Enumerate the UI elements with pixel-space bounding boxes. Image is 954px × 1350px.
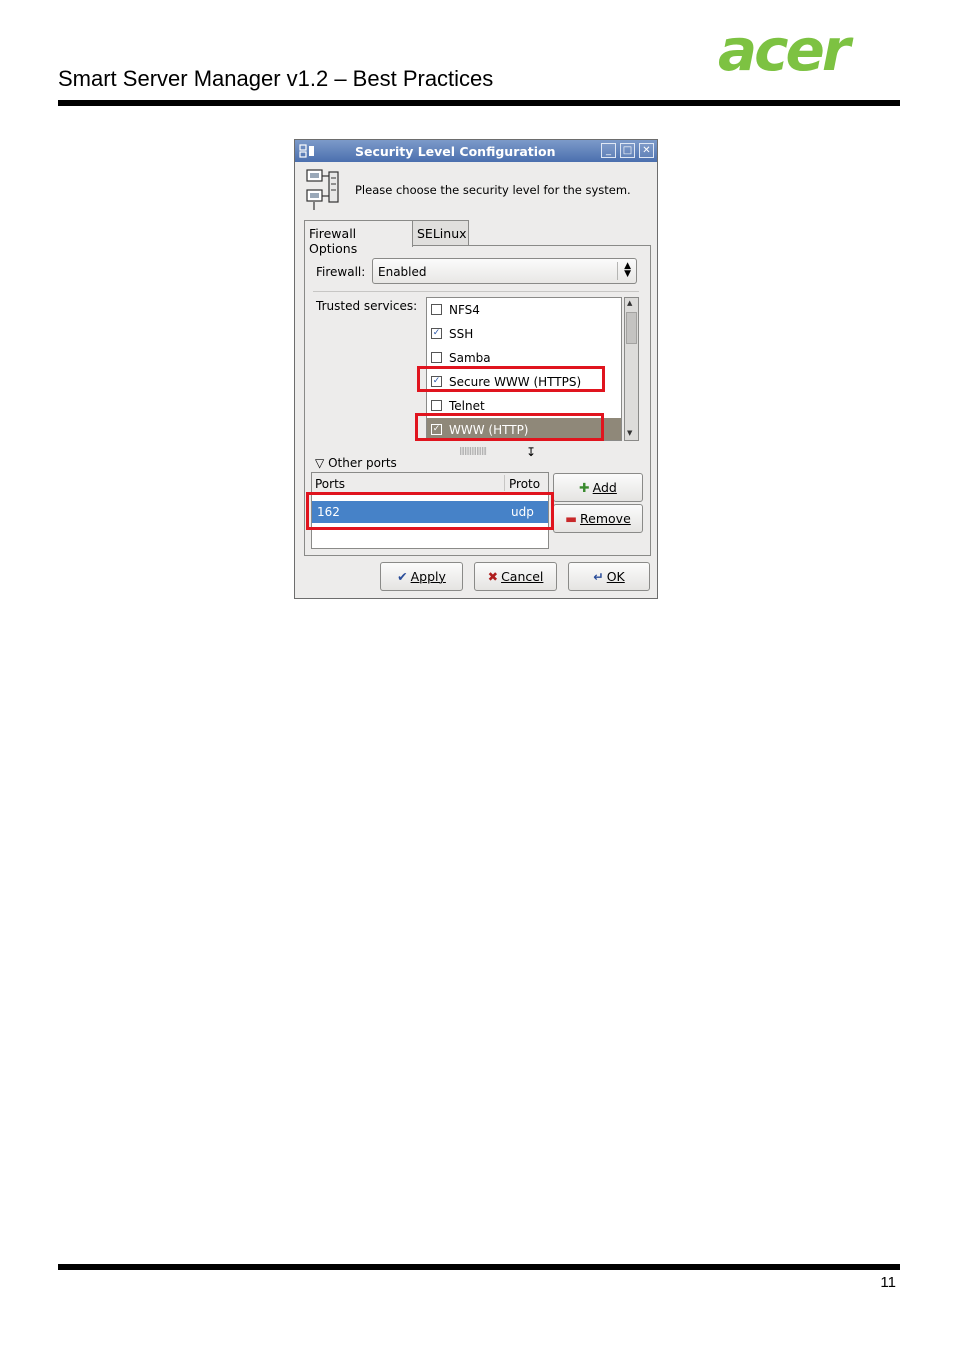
dialog-title: Security Level Configuration [355,144,556,159]
select-separator [617,262,618,280]
close-icon[interactable]: ✕ [639,143,654,158]
minus-icon: ▬ [565,511,578,526]
expander-triangle-icon: ▽ [315,456,325,470]
add-button-label: Add [592,480,617,495]
plus-icon: ✚ [579,480,590,495]
checkbox-telnet[interactable] [431,400,442,411]
service-item-ssh[interactable]: ✓ SSH [427,322,621,346]
page-number: 11 [880,1274,896,1291]
remove-button-label: Remove [580,511,631,526]
tab-selinux[interactable]: SELinux [412,220,469,246]
network-security-icon [306,169,339,210]
column-header-proto[interactable]: Proto [509,477,540,491]
services-scrollbar[interactable]: ▲ ▼ [624,297,639,441]
acer-logo-text: acer [718,24,854,76]
service-label: Samba [449,351,491,365]
ok-button-label: OK [606,569,625,584]
scrollbar-thumb[interactable] [626,312,637,344]
highlight-http [415,413,604,441]
service-label: Telnet [449,399,485,413]
checkbox-ssh[interactable]: ✓ [431,328,442,339]
acer-logo: acer [718,24,857,76]
other-ports-expander[interactable]: ▽ Other ports [315,456,397,470]
remove-button[interactable]: ▬ Remove [553,504,643,533]
footer-rule [58,1264,900,1270]
checkmark-icon: ✔ [397,569,408,584]
apply-button-label: Apply [410,569,446,584]
apply-button[interactable]: ✔ Apply [380,562,463,591]
header-rule [58,100,900,106]
service-label: SSH [449,327,474,341]
document-title: Smart Server Manager v1.2 – Best Practic… [58,66,494,91]
service-item-nfs4[interactable]: NFS4 [427,298,621,322]
cancel-x-icon: ✖ [487,569,499,584]
trusted-services-label: Trusted services: [316,299,418,313]
highlight-port-162 [306,492,554,530]
drag-cursor-icon: ↧ [526,445,537,459]
cancel-button[interactable]: ✖ Cancel [474,562,557,591]
dialog-titlebar[interactable]: Security Level Configuration _ □ ✕ [295,140,657,162]
enter-arrow-icon: ↵ [593,569,604,584]
firewall-label: Firewall: [316,265,366,279]
add-button[interactable]: ✚ Add [553,473,643,502]
scroll-up-icon[interactable]: ▲ [627,299,632,307]
other-ports-label: Other ports [328,456,397,470]
firewall-select-value: Enabled [378,265,427,279]
intro-text: Please choose the security level for the… [355,183,631,197]
maximize-icon[interactable]: □ [620,143,635,158]
highlight-https [417,366,605,392]
checkbox-nfs4[interactable] [431,304,442,315]
select-updown-icon: ▲ ▼ [624,261,631,279]
resize-grip[interactable]: |||||||||||||||| [459,446,487,455]
checkbox-samba[interactable] [431,352,442,363]
app-icon [299,144,314,158]
divider [313,291,639,292]
service-label: NFS4 [449,303,480,317]
column-separator [504,475,505,491]
cancel-button-label: Cancel [501,569,544,584]
ports-table-header: Ports Proto [312,473,548,494]
scroll-down-icon[interactable]: ▼ [627,429,632,437]
ok-button[interactable]: ↵ OK [568,562,650,591]
minimize-icon[interactable]: _ [601,143,616,158]
firewall-select[interactable]: Enabled ▲ ▼ [372,258,637,284]
tab-firewall-options[interactable]: Firewall Options [304,220,413,256]
column-header-ports[interactable]: Ports [315,477,345,491]
